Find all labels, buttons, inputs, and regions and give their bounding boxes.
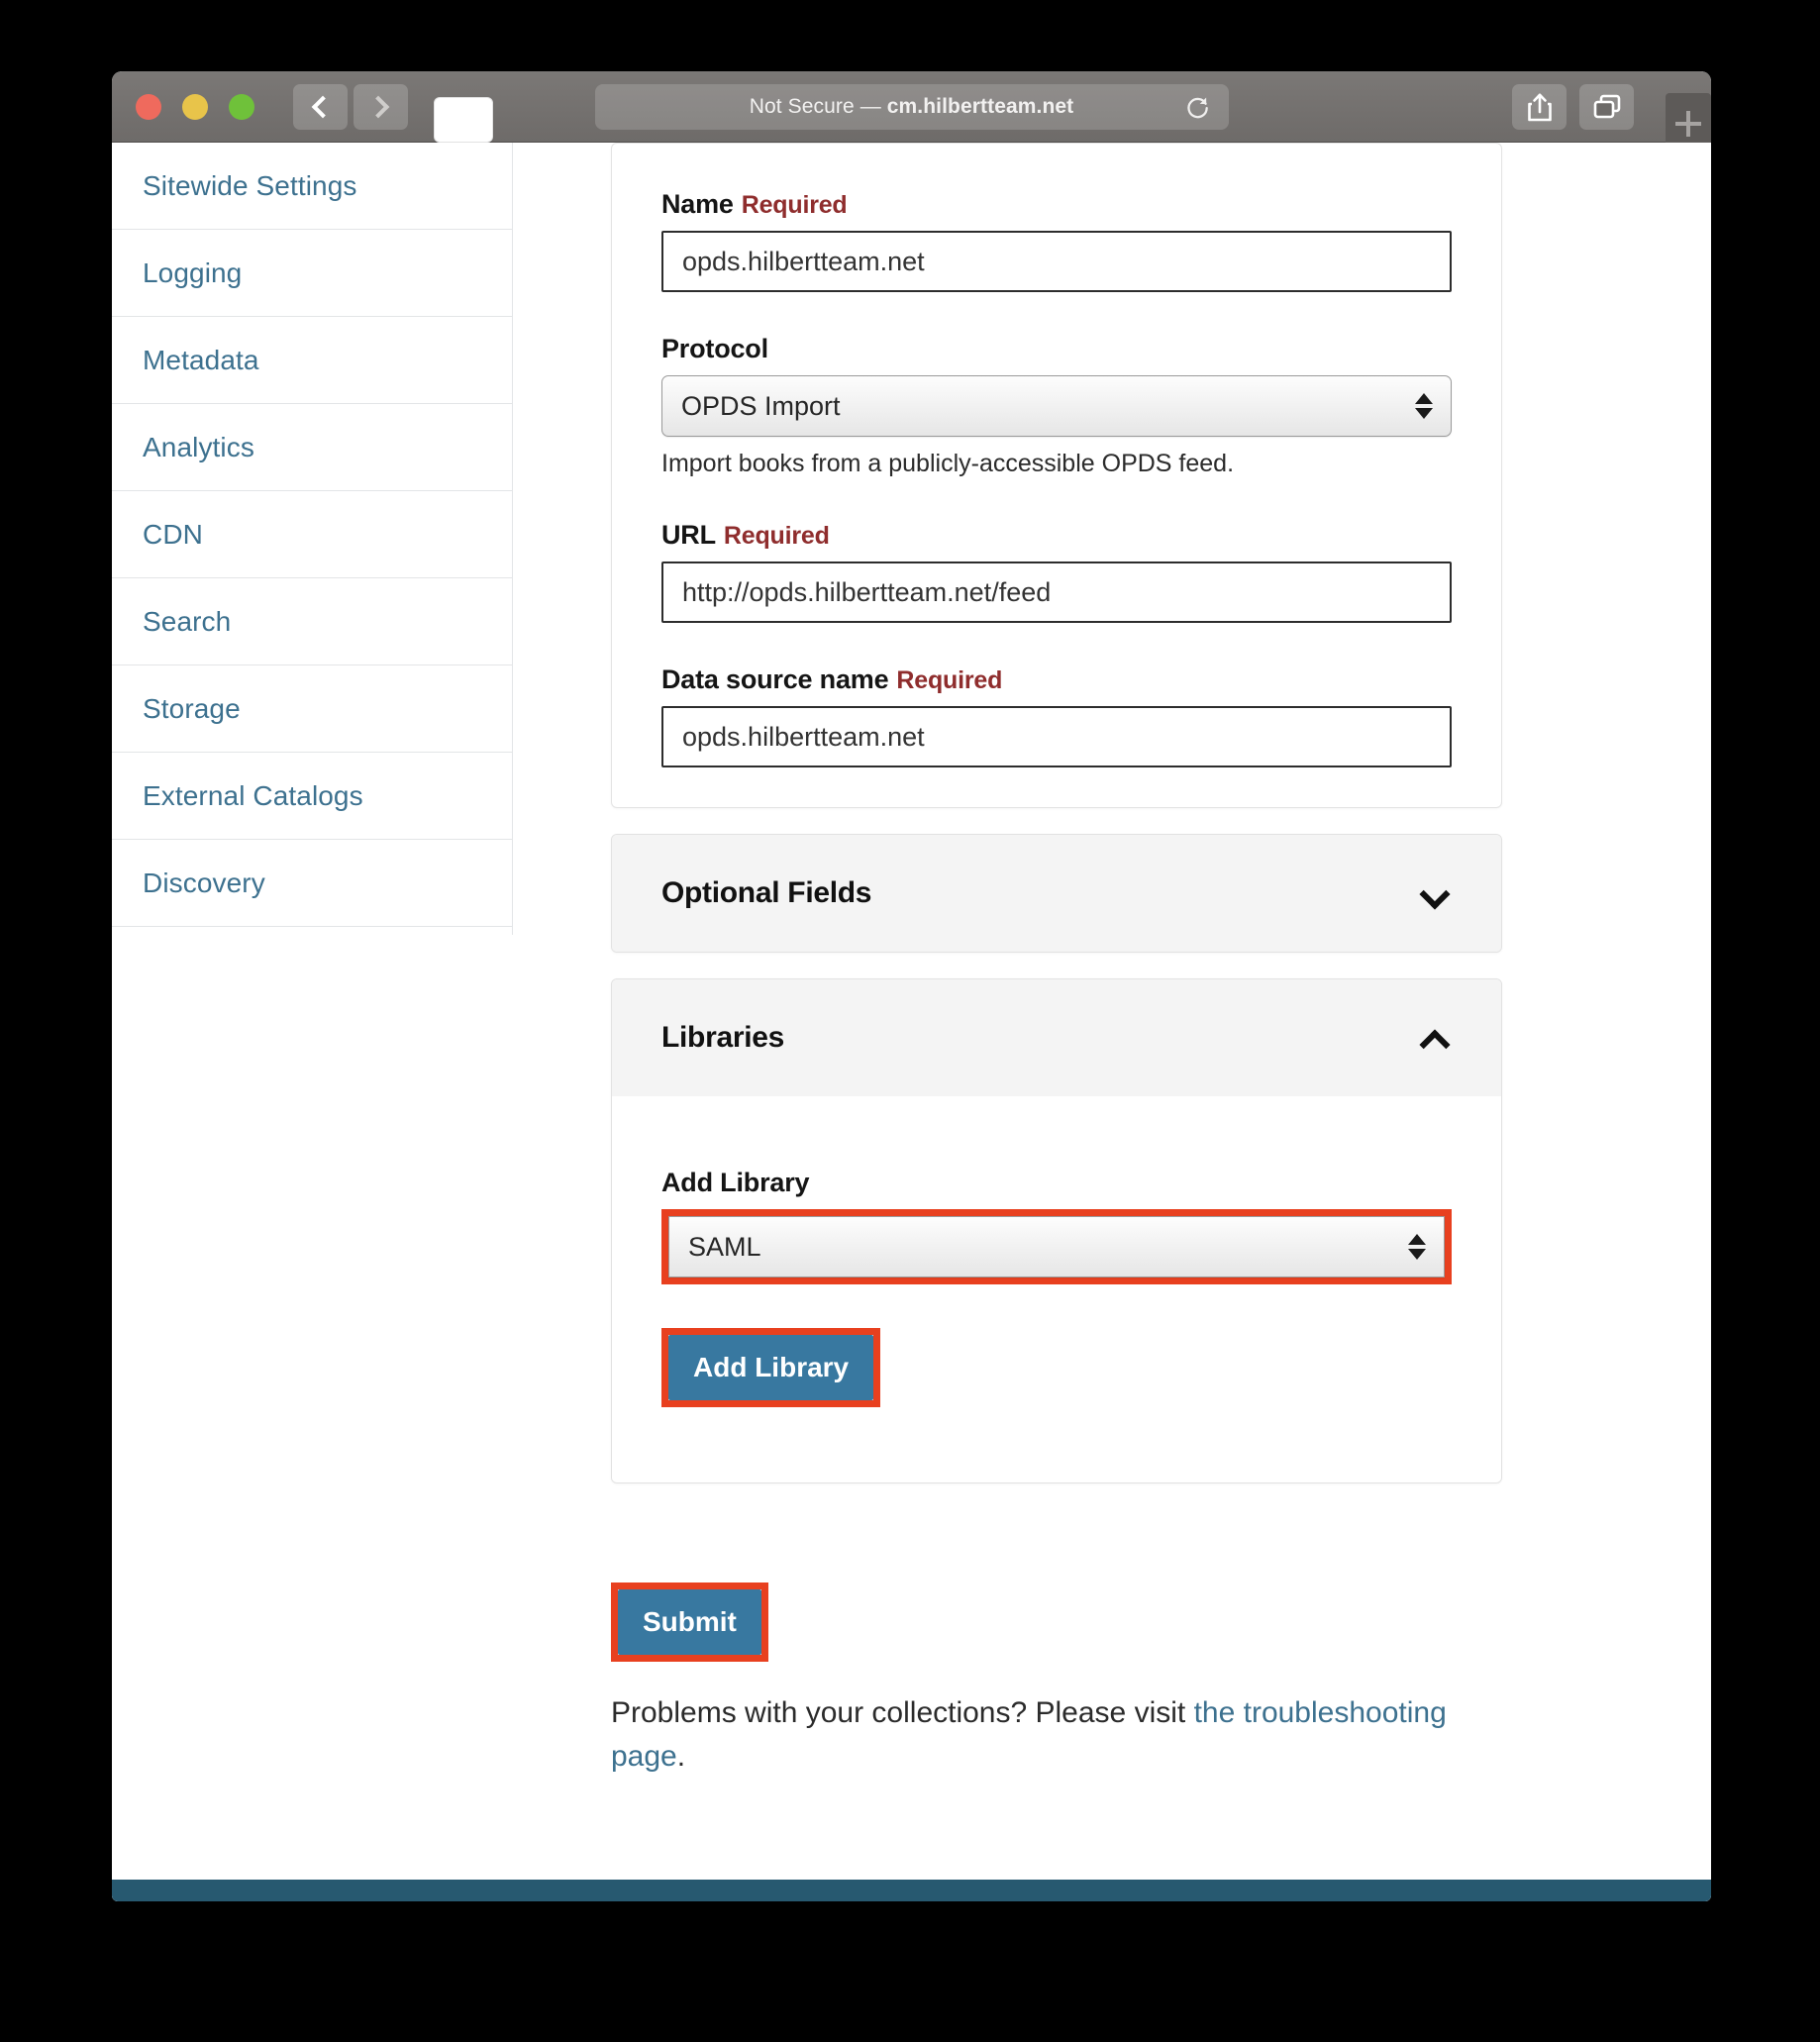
data-source-name-label: Data source name Required	[661, 664, 1003, 694]
optional-fields-title: Optional Fields	[661, 876, 872, 909]
troubleshooting-note-period: .	[676, 1739, 686, 1773]
chevron-up-icon[interactable]	[1419, 1024, 1452, 1061]
sidebar-item-metadata[interactable]: Metadata	[112, 317, 512, 404]
address-bar[interactable]: Not Secure — cm.hilbertteam.net	[594, 83, 1229, 130]
required-badge: Required	[896, 666, 1003, 694]
stepper-arrows-icon	[1415, 393, 1433, 419]
page-content: Sitewide Settings Logging Metadata Analy…	[112, 143, 1711, 1901]
share-button[interactable]	[1512, 83, 1567, 130]
toolbar-right-buttons	[1512, 83, 1634, 130]
show-tabs-button[interactable]	[1579, 83, 1634, 130]
protocol-select[interactable]: OPDS Import	[661, 375, 1452, 437]
address-host: cm.hilbertteam.net	[886, 94, 1074, 118]
sidebar-item-logging[interactable]: Logging	[112, 230, 512, 317]
required-badge: Required	[723, 522, 830, 550]
libraries-panel-body: Add Library SAML Add Library	[612, 1096, 1501, 1482]
libraries-panel-header[interactable]: Libraries	[612, 979, 1501, 1096]
settings-sidebar: Sitewide Settings Logging Metadata Analy…	[112, 143, 512, 927]
libraries-title: Libraries	[661, 1021, 785, 1054]
maximize-window-button[interactable]	[229, 93, 254, 120]
address-bar-text: Not Secure — cm.hilbertteam.net	[750, 95, 1074, 119]
sidebar-item-analytics[interactable]: Analytics	[112, 404, 512, 491]
share-icon	[1527, 93, 1552, 121]
add-library-button[interactable]: Add Library	[668, 1335, 874, 1400]
sidebar-divider	[512, 143, 513, 935]
name-field-group: Name Required	[661, 144, 1452, 292]
sidebar-item-label: Storage	[143, 692, 241, 724]
sidebar-item-label: CDN	[143, 518, 203, 550]
sidebar-item-label: Logging	[143, 256, 243, 288]
troubleshooting-note-text: Problems with your collections? Please v…	[611, 1696, 1194, 1729]
name-label: Name Required	[661, 189, 848, 219]
sidebar-item-external-catalogs[interactable]: External Catalogs	[112, 753, 512, 840]
back-chevron-icon	[311, 95, 335, 118]
close-window-button[interactable]	[136, 93, 161, 120]
data-source-name-input[interactable]	[661, 706, 1452, 767]
protocol-help-text: Import books from a publicly-accessible …	[661, 450, 1235, 477]
reload-icon[interactable]	[1185, 94, 1211, 120]
url-label: URL Required	[661, 520, 830, 550]
sidebar-item-storage[interactable]: Storage	[112, 665, 512, 753]
add-library-select-highlight: SAML	[661, 1209, 1452, 1284]
sidebar-item-label: Sitewide Settings	[143, 169, 357, 201]
browser-window: Not Secure — cm.hilbertteam.net Sitewide…	[112, 71, 1711, 1901]
submit-section: Submit Problems with your collections? P…	[611, 1583, 1502, 1778]
sidebar-item-cdn[interactable]: CDN	[112, 491, 512, 578]
sidebar-toggle-icon	[449, 106, 478, 133]
navigation-buttons	[293, 83, 408, 130]
stepper-arrows-icon	[1408, 1234, 1426, 1260]
protocol-label: Protocol	[661, 334, 768, 363]
optional-fields-panel-header[interactable]: Optional Fields	[612, 835, 1501, 952]
forward-chevron-icon	[366, 95, 390, 118]
submit-button[interactable]: Submit	[618, 1589, 761, 1655]
minimize-window-button[interactable]	[182, 93, 208, 120]
troubleshooting-note: Problems with your collections? Please v…	[611, 1691, 1502, 1778]
url-input[interactable]	[661, 562, 1452, 623]
name-input[interactable]	[661, 231, 1452, 292]
url-field-group: URL Required	[661, 520, 1452, 623]
sidebar-toggle-button[interactable]	[434, 96, 493, 143]
sidebar-item-label: Discovery	[143, 867, 265, 898]
data-source-name-field-group: Data source name Required	[661, 664, 1452, 767]
libraries-panel: Libraries Add Library SAML Add Library	[611, 978, 1502, 1483]
sidebar-item-label: Metadata	[143, 344, 259, 375]
add-library-button-highlight: Add Library	[661, 1328, 881, 1407]
forward-button[interactable]	[354, 83, 408, 130]
add-library-label: Add Library	[661, 1168, 810, 1197]
sidebar-item-label: Search	[143, 605, 232, 637]
required-fields-card: NameRequired Protocol OPDS Import Import…	[611, 143, 1502, 808]
page-bottom-bar	[112, 1880, 1711, 1901]
chevron-down-icon[interactable]	[1419, 878, 1452, 910]
browser-titlebar: Not Secure — cm.hilbertteam.net	[112, 71, 1711, 154]
submit-button-highlight: Submit	[611, 1583, 768, 1662]
sidebar-item-label: External Catalogs	[143, 779, 363, 811]
optional-fields-panel: Optional Fields	[611, 834, 1502, 953]
protocol-selected-value: OPDS Import	[681, 390, 841, 421]
protocol-field-group: Protocol OPDS Import Import books from a…	[661, 334, 1452, 478]
sidebar-item-discovery[interactable]: Discovery	[112, 840, 512, 927]
sidebar-item-label: Analytics	[143, 431, 254, 462]
show-tabs-icon	[1593, 94, 1620, 118]
add-library-select[interactable]: SAML	[668, 1216, 1445, 1277]
window-traffic-lights	[136, 93, 254, 120]
required-badge: Required	[741, 191, 848, 219]
sidebar-item-sitewide-settings[interactable]: Sitewide Settings	[112, 143, 512, 230]
address-security-label: Not Secure —	[749, 94, 887, 118]
collection-settings-form: NameRequired Protocol OPDS Import Import…	[611, 143, 1502, 1778]
sidebar-item-search[interactable]: Search	[112, 578, 512, 665]
back-button[interactable]	[293, 83, 348, 130]
